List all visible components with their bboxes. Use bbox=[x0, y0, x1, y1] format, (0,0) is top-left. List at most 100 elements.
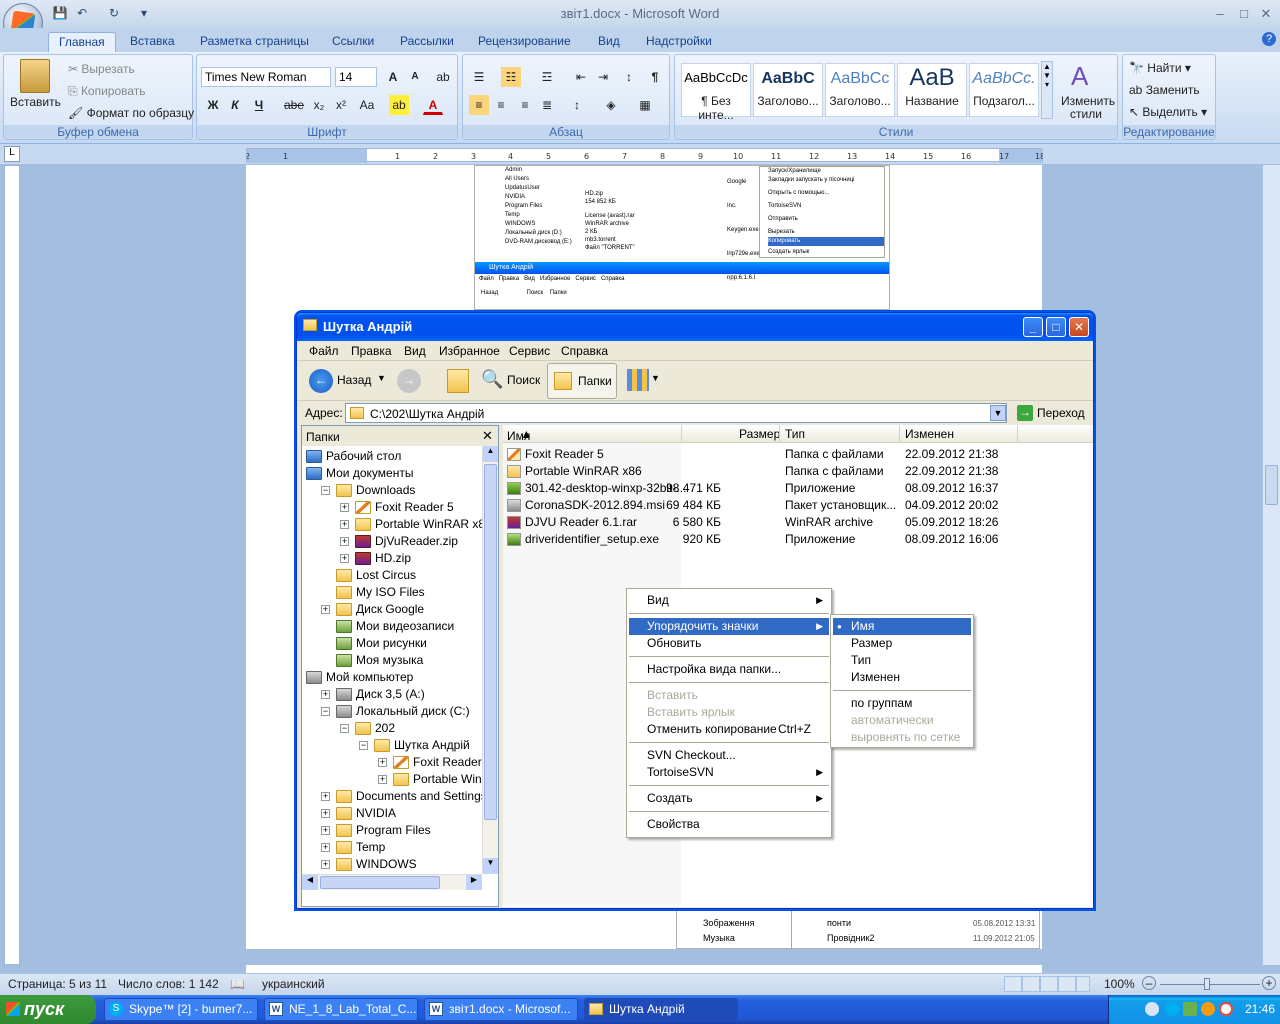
start-button[interactable]: пуск bbox=[0, 995, 96, 1024]
views-icon[interactable] bbox=[627, 369, 649, 391]
menu-item[interactable]: Тип bbox=[833, 652, 971, 669]
format-painter-button[interactable]: 🖌 Формат по образцу bbox=[68, 106, 194, 120]
explorer-title-bar[interactable]: Шутка Андрій _ □ ✕ bbox=[297, 313, 1093, 341]
show-marks-icon[interactable]: ¶ bbox=[645, 67, 665, 87]
folders-button[interactable]: Папки bbox=[547, 363, 617, 399]
menu-view[interactable]: Вид bbox=[404, 344, 426, 358]
multilevel-list-icon[interactable]: ☲ bbox=[537, 67, 557, 87]
tray-arrow-icon[interactable] bbox=[1145, 1002, 1159, 1016]
font-color-icon[interactable]: A bbox=[423, 95, 443, 115]
strikethrough-icon[interactable]: abe bbox=[283, 95, 304, 115]
scroll-right-icon[interactable]: ▶ bbox=[466, 875, 482, 890]
expand-icon[interactable]: + bbox=[321, 826, 330, 835]
menu-item[interactable]: Свойства bbox=[629, 816, 829, 833]
close-pane-icon[interactable]: ✕ bbox=[482, 428, 493, 444]
views-dropdown-icon[interactable]: ▼ bbox=[651, 373, 660, 383]
address-input[interactable]: C:\202\Шутка Андрій ▼ bbox=[345, 403, 1007, 423]
up-folder-icon[interactable] bbox=[447, 369, 469, 393]
scroll-thumb[interactable] bbox=[1265, 465, 1278, 505]
scroll-down-icon[interactable]: ▼ bbox=[483, 858, 498, 874]
explorer-close-button[interactable]: ✕ bbox=[1069, 317, 1089, 337]
style-title[interactable]: AaB Название bbox=[897, 63, 967, 117]
change-styles-icon[interactable]: A bbox=[1071, 61, 1088, 92]
paste-icon[interactable] bbox=[20, 59, 50, 93]
column-name[interactable]: Имя ▲ bbox=[507, 427, 532, 443]
menu-favorites[interactable]: Избранное bbox=[439, 344, 500, 358]
horizontal-ruler[interactable]: 2 1 1 2 3 4 5 6 7 8 9 10 11 12 13 14 15 16 17 18 bbox=[246, 148, 1043, 163]
save-icon[interactable]: 💾 bbox=[52, 5, 68, 21]
change-styles-button[interactable]: Изменить стили bbox=[1061, 95, 1115, 121]
expand-icon[interactable]: + bbox=[321, 605, 330, 614]
menu-item[interactable]: Имя ● bbox=[833, 618, 971, 635]
align-left-icon[interactable]: ≡ bbox=[469, 95, 489, 115]
explorer-minimize-button[interactable]: _ bbox=[1023, 317, 1043, 337]
align-center-icon[interactable]: ≡ bbox=[491, 95, 511, 115]
cut-button[interactable]: ✂ Вырезать bbox=[68, 62, 135, 76]
tree-vscrollbar[interactable]: ▲ ▼ bbox=[482, 446, 498, 874]
expand-icon[interactable]: + bbox=[340, 503, 349, 512]
paste-button[interactable]: Вставить bbox=[10, 95, 61, 109]
task-explorer[interactable]: Шутка Андрій bbox=[584, 998, 738, 1021]
select-button[interactable]: ↖ Выделить ▾ bbox=[1129, 105, 1207, 119]
expand-icon[interactable]: + bbox=[378, 758, 387, 767]
zoom-slider[interactable] bbox=[1160, 984, 1260, 985]
task-skype[interactable]: S Skype™ [2] - bumer7... bbox=[104, 998, 258, 1021]
page-count[interactable]: Страница: 5 из 11 bbox=[8, 977, 107, 991]
collapse-icon[interactable]: − bbox=[359, 741, 368, 750]
tab-page-layout[interactable]: Разметка страницы bbox=[190, 32, 319, 52]
justify-icon[interactable]: ≣ bbox=[537, 95, 557, 115]
maximize-button[interactable]: □ bbox=[1234, 6, 1254, 22]
font-name-select[interactable]: Times New Roman bbox=[201, 67, 331, 87]
zoom-in-icon[interactable]: + bbox=[1262, 976, 1276, 990]
expand-icon[interactable]: + bbox=[340, 554, 349, 563]
expand-icon[interactable]: + bbox=[321, 843, 330, 852]
style-heading2[interactable]: AaBbCc Заголово... bbox=[825, 63, 895, 117]
forward-arrow-icon[interactable]: → bbox=[397, 369, 421, 393]
menu-item[interactable]: Изменен bbox=[833, 669, 971, 686]
collapse-icon[interactable]: − bbox=[321, 707, 330, 716]
menu-item[interactable]: Настройка вида папки... bbox=[629, 661, 829, 678]
task-word[interactable]: Wзвіт1.docx - Microsof... bbox=[424, 998, 578, 1021]
find-button[interactable]: 🔭 Найти ▾ bbox=[1129, 61, 1191, 75]
menu-tools[interactable]: Сервис bbox=[509, 344, 550, 358]
shrink-font-icon[interactable]: A bbox=[405, 67, 425, 87]
file-row[interactable]: CoronaSDK-2012.894.msi 69 484 КБ Пакет уст… bbox=[503, 497, 1023, 514]
back-button[interactable]: Назад bbox=[337, 373, 371, 387]
grow-font-icon[interactable]: A bbox=[383, 67, 403, 87]
tree-hscroll-thumb[interactable] bbox=[320, 876, 440, 889]
tab-references[interactable]: Ссылки bbox=[322, 32, 384, 52]
expand-icon[interactable]: + bbox=[321, 792, 330, 801]
help-icon[interactable]: ? bbox=[1262, 32, 1276, 46]
line-spacing-icon[interactable]: ↕ bbox=[567, 95, 587, 115]
tab-addins[interactable]: Надстройки bbox=[636, 32, 722, 52]
scroll-left-icon[interactable]: ◀ bbox=[302, 875, 318, 890]
network-icon[interactable] bbox=[1183, 1002, 1197, 1016]
back-dropdown-icon[interactable]: ▼ bbox=[377, 373, 386, 383]
minimize-button[interactable]: – bbox=[1210, 6, 1230, 22]
menu-item[interactable]: Вид ▶ bbox=[629, 592, 829, 609]
column-modified[interactable]: Изменен bbox=[905, 427, 954, 441]
search-button[interactable]: Поиск bbox=[507, 373, 540, 387]
sort-icon[interactable]: ↕ bbox=[619, 67, 639, 87]
bullets-icon[interactable]: ☰ bbox=[469, 67, 489, 87]
file-row[interactable]: Foxit Reader 5 Папка с файлами 22.09.2012 … bbox=[503, 446, 1023, 463]
document-scrollbar[interactable] bbox=[1262, 165, 1280, 965]
back-arrow-icon[interactable]: ← bbox=[309, 369, 333, 393]
go-arrow-icon[interactable]: → bbox=[1017, 405, 1033, 421]
numbering-icon[interactable]: ☷ bbox=[501, 67, 521, 87]
collapse-icon[interactable]: − bbox=[321, 486, 330, 495]
menu-item[interactable]: SVN Checkout... bbox=[629, 747, 829, 764]
view-buttons[interactable] bbox=[1004, 976, 1090, 992]
replace-button[interactable]: ab Заменить bbox=[1129, 83, 1200, 97]
language[interactable]: украинский bbox=[262, 977, 325, 991]
file-row[interactable]: DJVU Reader 6.1.rar 6 580 КБ WinRAR archiv… bbox=[503, 514, 1023, 531]
clock[interactable]: 21:46 bbox=[1245, 1002, 1275, 1016]
go-button[interactable]: Переход bbox=[1037, 406, 1085, 420]
task-ne-lab[interactable]: W NE_1_8_Lab_Total_C... bbox=[264, 998, 418, 1021]
expand-icon[interactable]: + bbox=[321, 809, 330, 818]
expand-icon[interactable]: + bbox=[321, 690, 330, 699]
shading-icon[interactable]: ◈ bbox=[601, 95, 621, 115]
decrease-indent-icon[interactable]: ⇤ bbox=[571, 67, 591, 87]
tab-home[interactable]: Главная bbox=[48, 32, 116, 52]
spellcheck-icon[interactable]: 📖 bbox=[230, 977, 245, 991]
